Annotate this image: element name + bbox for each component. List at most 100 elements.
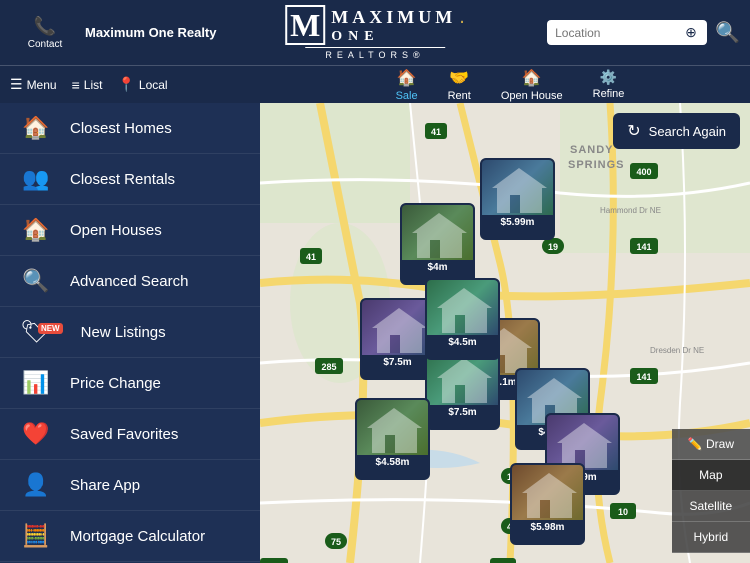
new-listings-icon: 🏷NEW bbox=[20, 319, 63, 345]
svg-text:19: 19 bbox=[548, 242, 558, 252]
sidebar-item-share-app[interactable]: 👤 Share App bbox=[0, 460, 260, 511]
property-pin-arrow bbox=[387, 470, 399, 478]
logo-subtitle: REALTORS® bbox=[325, 50, 424, 60]
property-pin[interactable]: $5.98m bbox=[510, 463, 585, 545]
price-change-icon: 📊 bbox=[20, 370, 52, 396]
sub-header: ☰ Menu ≡ List 📍 Local 🏠 Sale 🤝 Rent 🏠 Op… bbox=[0, 65, 750, 103]
satellite-button[interactable]: Satellite bbox=[672, 491, 750, 522]
property-pin[interactable]: $4m bbox=[400, 203, 475, 285]
new-listings-label: New Listings bbox=[81, 324, 166, 341]
property-pin-image bbox=[547, 415, 618, 470]
tab-open-house[interactable]: 🏠 Open House bbox=[501, 68, 563, 102]
header-search-icon[interactable]: 🔍 bbox=[715, 20, 740, 45]
property-pin-price: $5.98m bbox=[512, 520, 583, 535]
satellite-label: Satellite bbox=[690, 499, 733, 513]
search-again-button[interactable]: ↻ Search Again bbox=[613, 113, 740, 149]
property-pin-image bbox=[482, 160, 553, 215]
closest-homes-label: Closest Homes bbox=[70, 120, 172, 137]
svg-text:75: 75 bbox=[331, 537, 341, 547]
location-icon: 📍 bbox=[117, 76, 134, 93]
map-button[interactable]: Map bbox=[672, 460, 750, 491]
company-name: Maximum One Realty bbox=[85, 25, 217, 40]
property-pin-price: $5.99m bbox=[482, 215, 553, 230]
closest-homes-icon: 🏠 bbox=[20, 115, 52, 141]
svg-text:41: 41 bbox=[306, 252, 316, 262]
tab-open-house-label: Open House bbox=[501, 90, 563, 102]
location-search-wrapper[interactable]: ⊕ bbox=[547, 20, 707, 45]
tab-refine-label: Refine bbox=[593, 88, 625, 100]
sidebar-item-open-houses[interactable]: 🏠 Open Houses bbox=[0, 205, 260, 256]
sidebar-item-mortgage-calculator[interactable]: 🧮 Mortgage Calculator bbox=[0, 511, 260, 562]
sidebar-item-saved-favorites[interactable]: ❤️ Saved Favorites bbox=[0, 409, 260, 460]
property-pin[interactable]: $5.99m bbox=[480, 158, 555, 240]
rent-icon: 🤝 bbox=[449, 68, 469, 88]
mortgage-calculator-label: Mortgage Calculator bbox=[70, 528, 205, 545]
refine-icon: ⚙️ bbox=[600, 69, 617, 86]
open-houses-label: Open Houses bbox=[70, 222, 162, 239]
location-search-input[interactable] bbox=[555, 26, 685, 40]
svg-text:Hammond Dr NE: Hammond Dr NE bbox=[600, 206, 661, 215]
saved-favorites-label: Saved Favorites bbox=[70, 426, 178, 443]
pencil-icon: ✏️ bbox=[688, 437, 706, 451]
logo-dot: . bbox=[459, 6, 465, 29]
header-search: ⊕ 🔍 bbox=[547, 20, 740, 45]
svg-text:285: 285 bbox=[321, 362, 336, 372]
tab-refine[interactable]: ⚙️ Refine bbox=[593, 69, 625, 100]
property-pin-price: $7.5m bbox=[362, 355, 433, 370]
share-app-label: Share App bbox=[70, 477, 140, 494]
logo: M MAXIMUM . ONE REALTORS® bbox=[285, 5, 465, 60]
property-pin-arrow bbox=[512, 230, 524, 238]
tab-rent-label: Rent bbox=[448, 90, 471, 102]
property-pin[interactable]: $7.5m bbox=[360, 298, 435, 380]
search-again-label: Search Again bbox=[649, 124, 726, 139]
hybrid-label: Hybrid bbox=[694, 530, 729, 544]
refresh-icon: ↻ bbox=[627, 121, 640, 141]
menu-button[interactable]: ☰ Menu bbox=[10, 76, 57, 93]
property-pin[interactable]: $4.5m bbox=[425, 278, 500, 360]
advanced-search-label: Advanced Search bbox=[70, 273, 188, 290]
sub-header-tabs: 🏠 Sale 🤝 Rent 🏠 Open House ⚙️ Refine bbox=[280, 68, 740, 102]
property-pin-image bbox=[357, 400, 428, 455]
menu-label: Menu bbox=[27, 78, 57, 92]
property-pin-image bbox=[427, 280, 498, 335]
tab-rent[interactable]: 🤝 Rent bbox=[448, 68, 471, 102]
main-content: 🏠 Closest Homes 👥 Closest Rentals 🏠 Open… bbox=[0, 103, 750, 563]
new-badge: NEW bbox=[38, 323, 63, 334]
tab-sale-label: Sale bbox=[396, 90, 418, 102]
list-icon: ≡ bbox=[72, 77, 80, 93]
sidebar-item-advanced-search[interactable]: 🔍 Advanced Search bbox=[0, 256, 260, 307]
sidebar: 🏠 Closest Homes 👥 Closest Rentals 🏠 Open… bbox=[0, 103, 260, 563]
menu-icon: ☰ bbox=[10, 76, 23, 93]
sidebar-item-closest-homes[interactable]: 🏠 Closest Homes bbox=[0, 103, 260, 154]
advanced-search-icon: 🔍 bbox=[20, 268, 52, 294]
closest-rentals-label: Closest Rentals bbox=[70, 171, 175, 188]
local-button[interactable]: 📍 Local bbox=[117, 76, 167, 93]
share-app-icon: 👤 bbox=[20, 472, 52, 498]
saved-favorites-icon: ❤️ bbox=[20, 421, 52, 447]
sidebar-item-price-change[interactable]: 📊 Price Change bbox=[0, 358, 260, 409]
list-button[interactable]: ≡ List bbox=[72, 77, 103, 93]
property-pin-image bbox=[512, 465, 583, 520]
contact-section[interactable]: 📞 Contact bbox=[10, 16, 80, 50]
property-pin[interactable]: $4.58m bbox=[355, 398, 430, 480]
property-pin-arrow bbox=[457, 350, 469, 358]
sidebar-item-new-listings[interactable]: 🏷NEW New Listings bbox=[0, 307, 260, 358]
sidebar-item-closest-rentals[interactable]: 👥 Closest Rentals bbox=[0, 154, 260, 205]
svg-text:10: 10 bbox=[618, 507, 628, 517]
logo-title2: ONE bbox=[331, 29, 465, 45]
property-pin-arrow bbox=[457, 420, 469, 428]
property-pin-price: $4m bbox=[402, 260, 473, 275]
tab-sale[interactable]: 🏠 Sale bbox=[396, 68, 418, 102]
map-area[interactable]: 41 41 285 19 19 400 141 141 19 41 65 10 … bbox=[260, 103, 750, 563]
property-pin-price: $4.5m bbox=[427, 335, 498, 350]
open-houses-icon: 🏠 bbox=[20, 217, 52, 243]
sub-header-left: ☰ Menu ≡ List 📍 Local bbox=[10, 76, 270, 93]
property-pin[interactable]: $7.5m bbox=[425, 348, 500, 430]
draw-button[interactable]: ✏️ Draw bbox=[672, 429, 750, 460]
svg-text:Dresden Dr NE: Dresden Dr NE bbox=[650, 346, 704, 355]
map-controls: ✏️ Draw Map Satellite Hybrid bbox=[672, 429, 750, 553]
property-pin-image bbox=[362, 300, 433, 355]
draw-label: Draw bbox=[706, 437, 734, 451]
hybrid-button[interactable]: Hybrid bbox=[672, 522, 750, 553]
open-house-icon: 🏠 bbox=[522, 68, 542, 88]
